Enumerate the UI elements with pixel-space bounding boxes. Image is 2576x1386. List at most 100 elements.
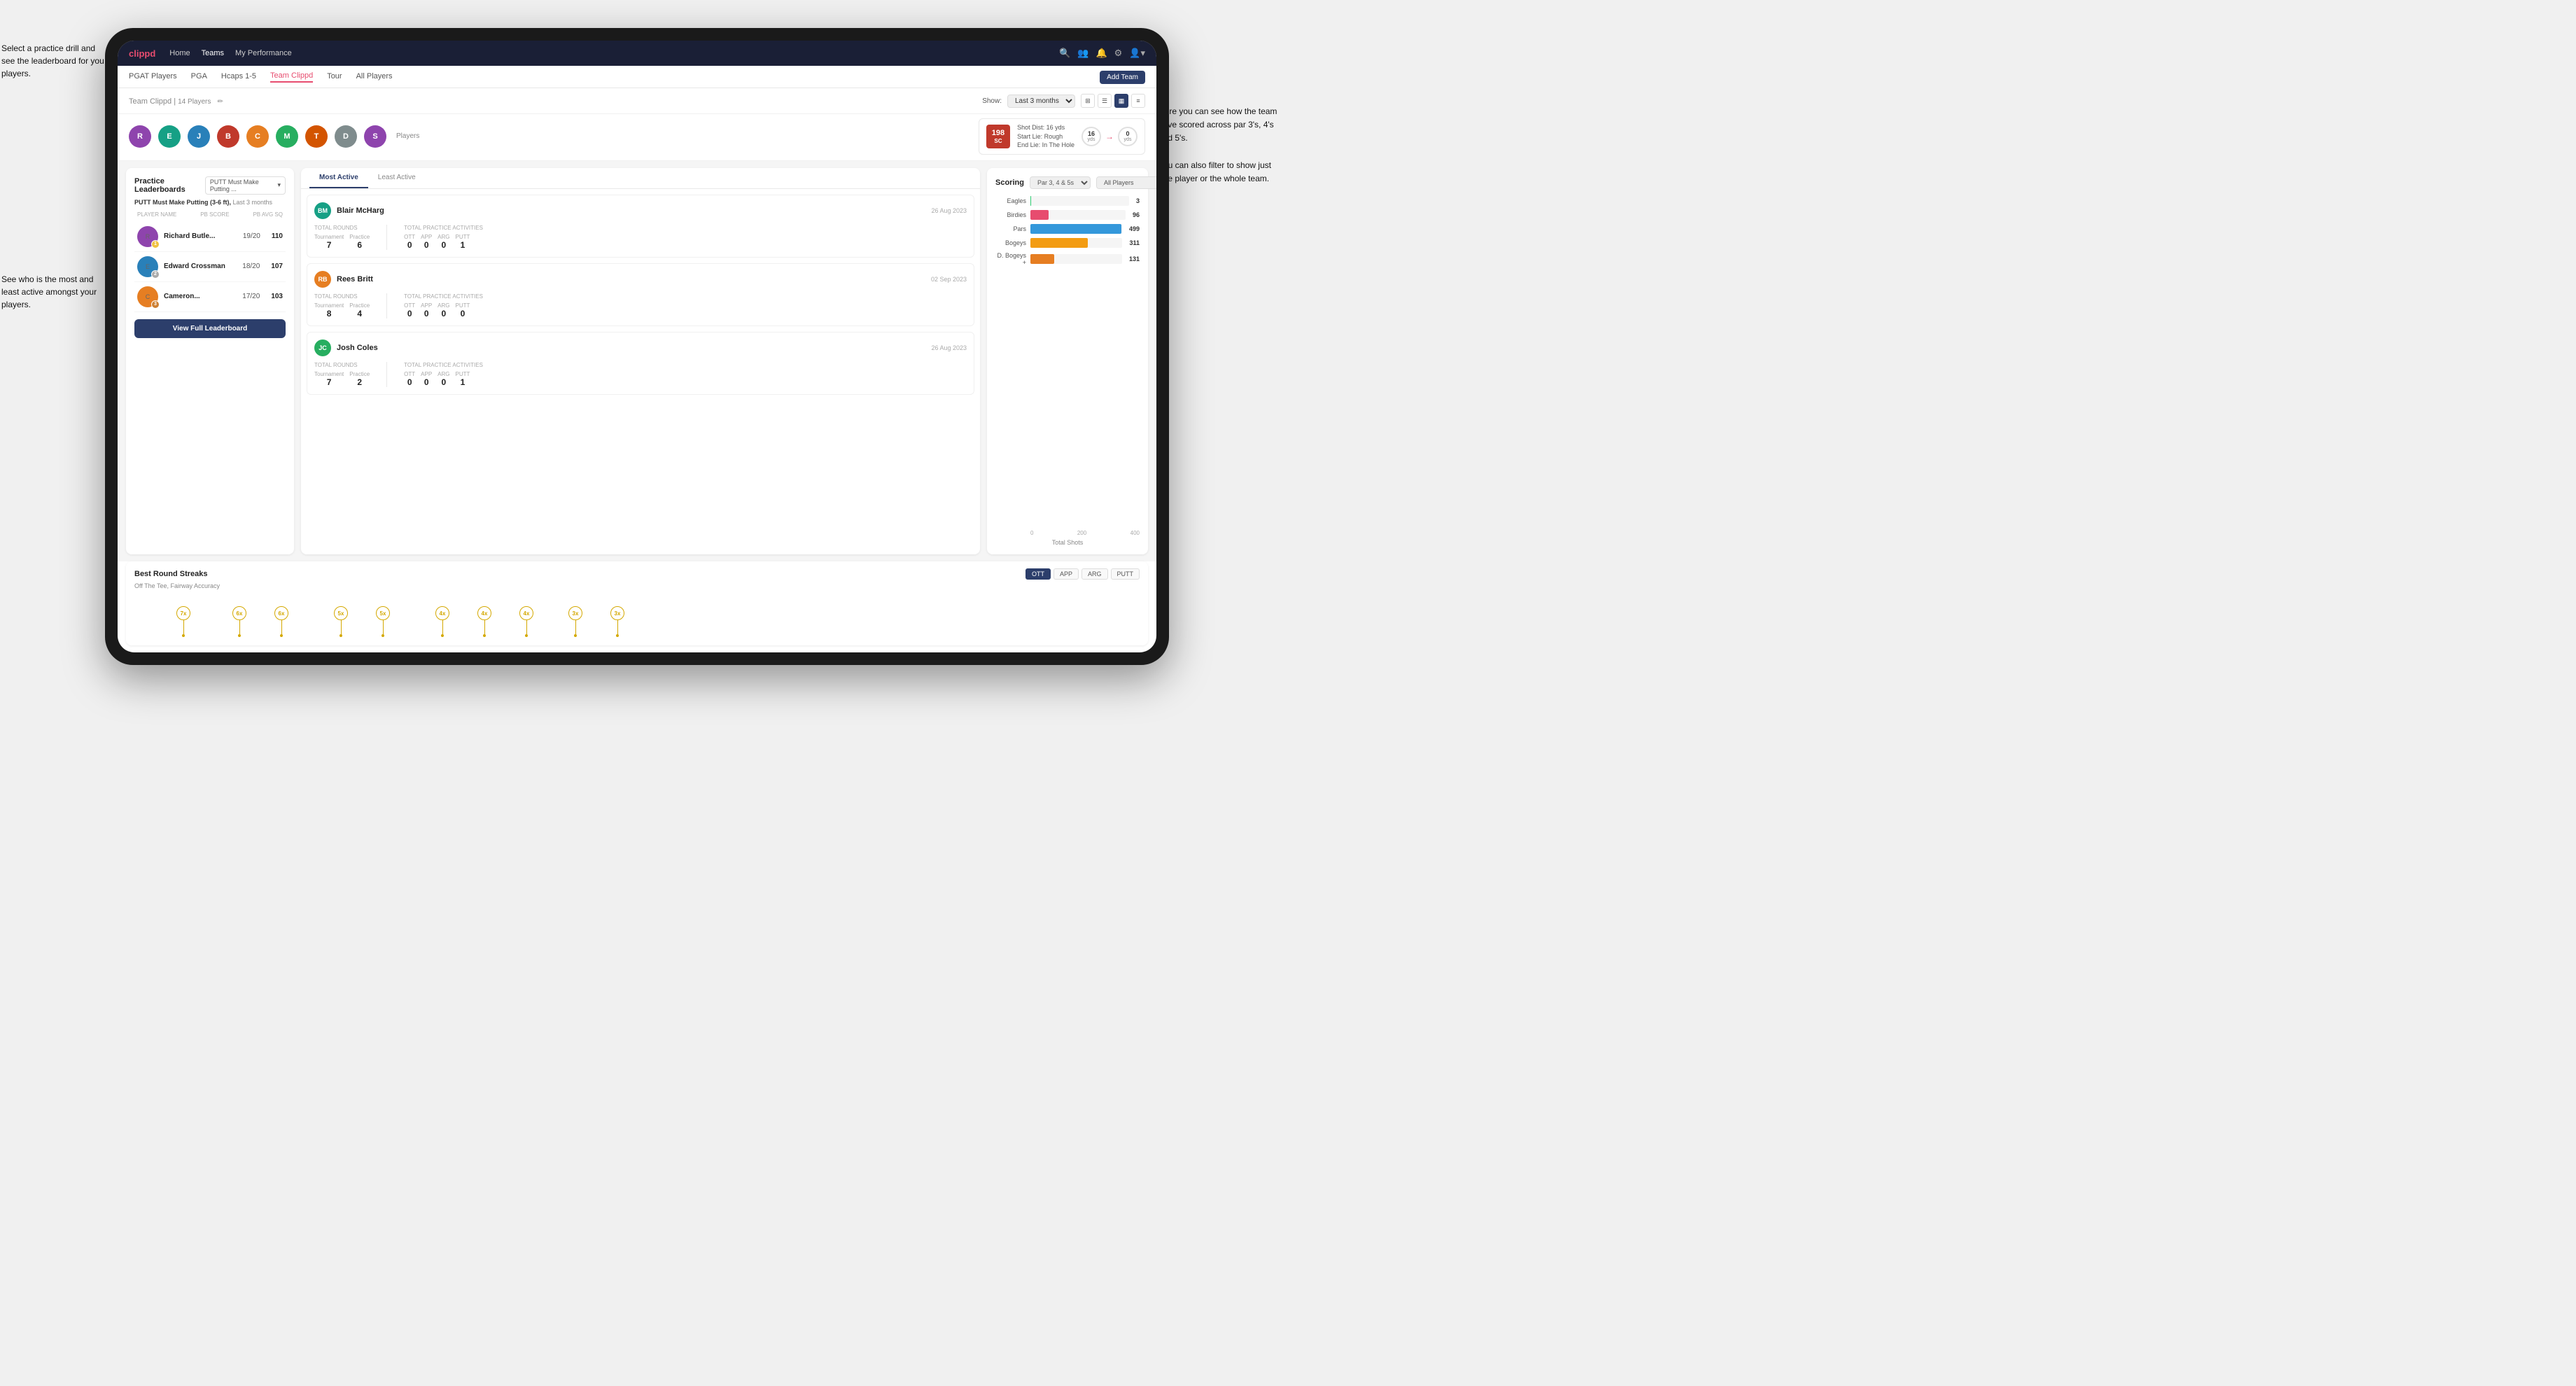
activity-player-1: BM Blair McHarg — [314, 202, 384, 219]
streak-bubble-8: 3x — [568, 606, 582, 620]
add-team-button[interactable]: Add Team — [1100, 71, 1145, 84]
player-avatar-8[interactable]: D — [335, 125, 357, 148]
player-filter[interactable]: All Players Individual Player — [1096, 176, 1156, 189]
ott-col-1: OTT 0 — [404, 234, 415, 250]
lb-score-1: 19/20 — [243, 232, 260, 240]
filter-putt[interactable]: PUTT — [1111, 568, 1140, 580]
annotation-bottom-left: See who is the most and least active amo… — [1, 273, 110, 311]
lb-name-2: Edward Crossman — [164, 262, 237, 270]
streak-line-8 — [575, 620, 576, 634]
ott-col-3: OTT 0 — [404, 371, 415, 387]
streak-point-3: 5x — [334, 606, 348, 637]
streaks-chart: 7x 6x 6x 5x 5x 4x 4x 4x 3x 3x — [134, 595, 1140, 644]
streak-point-1: 6x — [232, 606, 246, 637]
bar-track-pars — [1030, 224, 1122, 234]
player-avatar-5[interactable]: C — [246, 125, 269, 148]
tablet-screen: clippd Home Teams My Performance 🔍 👥 🔔 ⚙… — [118, 41, 1156, 652]
show-controls: Show: Last 3 months Last 6 months Last y… — [982, 94, 1145, 108]
period-select[interactable]: Last 3 months Last 6 months Last year — [1007, 94, 1075, 108]
bar-track-birdies — [1030, 210, 1126, 220]
annotation-right: Here you can see how the team have score… — [1158, 105, 1281, 186]
team-header: Team Clippd | 14 Players ✏ Show: Last 3 … — [118, 88, 1156, 114]
player-avatar-9[interactable]: S — [364, 125, 386, 148]
nav-link-home[interactable]: Home — [169, 49, 190, 57]
streak-dot-1 — [238, 634, 241, 637]
subnav-all-players[interactable]: All Players — [356, 72, 393, 82]
streak-bubble-5: 4x — [435, 606, 449, 620]
leaderboard-item-1[interactable]: R 1 Richard Butle... 19/20 110 — [134, 222, 286, 252]
bar-fill-birdies — [1030, 210, 1049, 220]
stat-divider-3 — [386, 362, 387, 387]
subnav-hcaps[interactable]: Hcaps 1-5 — [221, 72, 256, 82]
edit-icon[interactable]: ✏ — [217, 98, 223, 106]
nav-link-teams[interactable]: Teams — [202, 49, 224, 57]
streak-line-3 — [341, 620, 342, 634]
team-name: Team Clippd | 14 Players ✏ — [129, 97, 223, 106]
lb-avg-1: 110 — [272, 232, 283, 240]
lb-avatar-3: C 3 — [137, 286, 158, 307]
app-col-1: APP 0 — [421, 234, 432, 250]
subnav-pgat[interactable]: PGAT Players — [129, 72, 177, 82]
practice-values-2: OTT 0 APP 0 ARG 0 — [404, 302, 483, 318]
bell-icon[interactable]: 🔔 — [1096, 48, 1107, 59]
activity-player-3: JC Josh Coles — [314, 340, 378, 356]
subnav-team-clippd[interactable]: Team Clippd — [270, 71, 313, 83]
leaderboard-dropdown[interactable]: PUTT Must Make Putting ... ▾ — [205, 176, 286, 195]
streak-bubble-9: 3x — [610, 606, 624, 620]
players-label: Players — [396, 132, 419, 140]
stat-values-3: Tournament 7 Practice 2 — [314, 371, 370, 387]
total-rounds-group-2: Total Rounds Tournament 8 Practice 4 — [314, 293, 370, 318]
ott-col-2: OTT 0 — [404, 302, 415, 318]
activity-card-1: BM Blair McHarg 26 Aug 2023 Total Rounds… — [307, 195, 974, 258]
bar-fill-bogeys — [1030, 238, 1088, 248]
activity-card-header-1: BM Blair McHarg 26 Aug 2023 — [314, 202, 967, 219]
filter-app[interactable]: APP — [1054, 568, 1079, 580]
list-icon[interactable]: ≡ — [1131, 94, 1145, 108]
settings-icon[interactable]: ⚙ — [1114, 48, 1123, 59]
streaks-filters: OTT APP ARG PUTT — [1026, 568, 1140, 580]
player-avatar-4[interactable]: B — [217, 125, 239, 148]
streak-dot-8 — [574, 634, 577, 637]
activity-stats-1: Total Rounds Tournament 7 Practice 6 — [314, 225, 967, 250]
filter-ott[interactable]: OTT — [1026, 568, 1051, 580]
end-circle: 0 yds — [1118, 127, 1138, 146]
lb-score-2: 18/20 — [242, 262, 260, 270]
people-icon[interactable]: 👥 — [1077, 48, 1088, 59]
streak-bubble-0: 7x — [176, 606, 190, 620]
player-avatar-7[interactable]: T — [305, 125, 328, 148]
search-icon[interactable]: 🔍 — [1059, 48, 1070, 59]
filter-arg[interactable]: ARG — [1082, 568, 1108, 580]
arg-col-3: ARG 0 — [438, 371, 449, 387]
tab-least-active[interactable]: Least Active — [368, 168, 426, 188]
annotation-top-left: Select a practice drill and see the lead… — [1, 42, 110, 80]
avatar-icon[interactable]: 👤▾ — [1129, 48, 1145, 59]
player-avatar-6[interactable]: M — [276, 125, 298, 148]
activity-avatar-1: BM — [314, 202, 331, 219]
leaderboard-title: Practice Leaderboards — [134, 177, 205, 194]
table-icon[interactable]: ☰ — [1098, 94, 1112, 108]
player-avatar-1[interactable]: R — [129, 125, 151, 148]
rank-badge-3: 3 — [151, 300, 160, 309]
player-avatar-2[interactable]: E — [158, 125, 181, 148]
activity-card-2: RB Rees Britt 02 Sep 2023 Total Rounds T… — [307, 263, 974, 326]
leaderboard-item-3[interactable]: C 3 Cameron... 17/20 103 — [134, 282, 286, 312]
player-avatar-3[interactable]: J — [188, 125, 210, 148]
streak-bubble-7: 4x — [519, 606, 533, 620]
activity-name-1: Blair McHarg — [337, 206, 384, 215]
view-full-leaderboard-button[interactable]: View Full Leaderboard — [134, 319, 286, 338]
card-icon[interactable]: ▦ — [1114, 94, 1128, 108]
streak-line-5 — [442, 620, 443, 634]
nav-link-performance[interactable]: My Performance — [235, 49, 292, 57]
grid-icon[interactable]: ⊞ — [1081, 94, 1095, 108]
stat-values-1: Tournament 7 Practice 6 — [314, 234, 370, 250]
tab-most-active[interactable]: Most Active — [309, 168, 368, 188]
streak-bubble-6: 4x — [477, 606, 491, 620]
tournament-col-1: Tournament 7 — [314, 234, 344, 250]
streak-point-0: 7x — [176, 606, 190, 637]
par-filter[interactable]: Par 3, 4 & 5s Par 3s only Par 4s only Pa… — [1030, 176, 1091, 189]
leaderboard-item-2[interactable]: E 2 Edward Crossman 18/20 107 — [134, 252, 286, 282]
streak-dot-5 — [441, 634, 444, 637]
shot-circles: 16 yds → 0 yds — [1082, 127, 1138, 146]
subnav-pga[interactable]: PGA — [191, 72, 207, 82]
subnav-tour[interactable]: Tour — [327, 72, 342, 82]
